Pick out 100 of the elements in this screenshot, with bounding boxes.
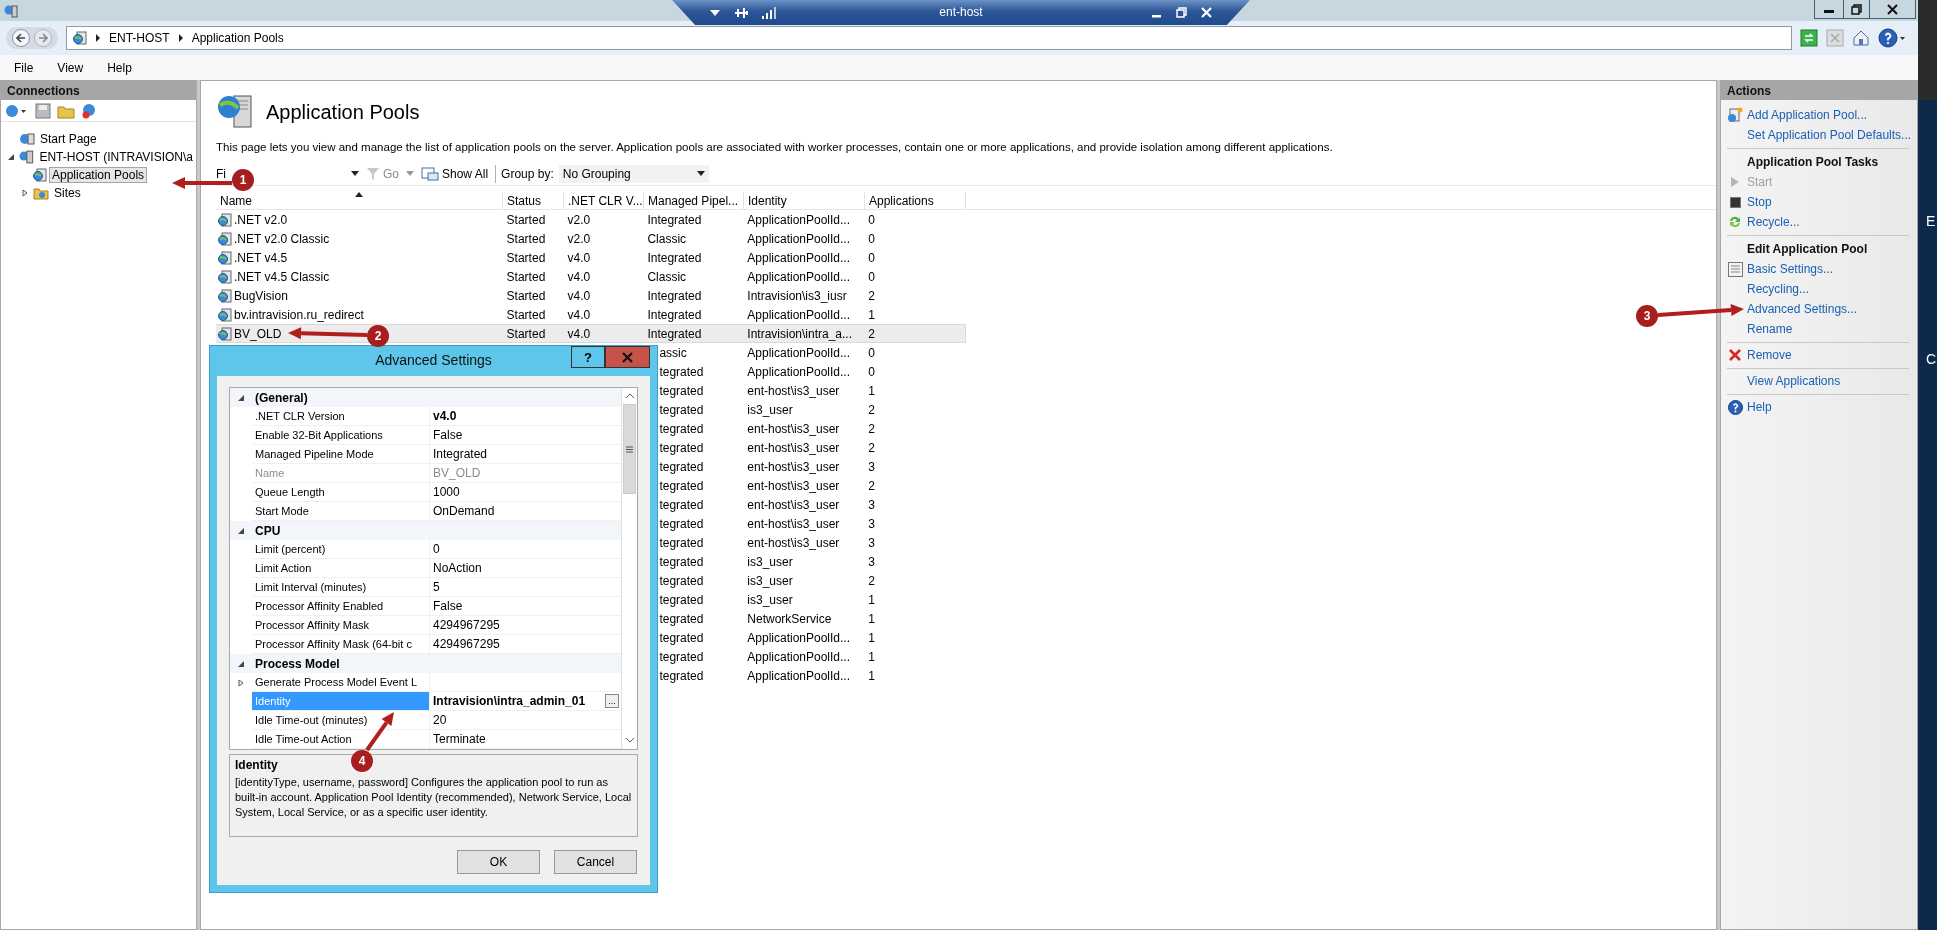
connect-icon[interactable] (5, 102, 29, 119)
table-cell: ent-host\is3_user (747, 383, 840, 398)
table-cell: BugVision (234, 288, 288, 303)
table-row[interactable]: .NET v2.0 Started v2.0 Integrated ApplicationPoolId... 0 (216, 210, 966, 229)
column-header[interactable]: Managed Pipel... (644, 192, 744, 209)
table-cell: Intravision\is3_iusr (747, 288, 847, 303)
property-name[interactable]: Processor Affinity Enabled (252, 597, 430, 616)
action-link[interactable]: View Applications (1727, 371, 1909, 391)
app-pool-icon (218, 231, 232, 246)
table-cell: Started (506, 326, 546, 341)
property-name[interactable]: Idle Time-out (minutes) (252, 711, 430, 730)
property-name[interactable]: .NET CLR Version (252, 407, 430, 426)
table-cell: Integrated (647, 326, 702, 341)
refresh-icon[interactable] (1800, 29, 1818, 47)
menu-item[interactable]: File (0, 60, 44, 75)
property-name[interactable]: Queue Length (252, 483, 430, 502)
table-row[interactable]: .NET v4.5 Classic Started v4.0 Classic ApplicationPoolId... 0 (216, 267, 966, 286)
table-row[interactable]: .NET v2.0 Classic Started v2.0 Classic ApplicationPoolId... 0 (216, 229, 966, 248)
action-link[interactable]: Set Application Pool Defaults... (1727, 125, 1909, 145)
menu-item[interactable]: View (43, 60, 94, 75)
property-name[interactable]: Limit Interval (minutes) (252, 578, 430, 597)
property-name[interactable]: Start Mode (252, 502, 430, 521)
expand-arrow-icon[interactable] (237, 678, 245, 687)
table-cell: Classic (647, 231, 687, 246)
address-bar[interactable]: ENT-HOST Application Pools (66, 26, 1792, 50)
menu-item[interactable]: Help (93, 60, 142, 75)
tree-item[interactable]: ENT-HOST (INTRAVISION\a (36, 149, 196, 165)
action-link[interactable]: Advanced Settings... (1727, 299, 1909, 319)
dialog-button[interactable]: OK (457, 850, 540, 874)
app-pool-icon (218, 212, 232, 227)
property-name[interactable]: Processor Affinity Mask (64-bit c (252, 635, 430, 654)
breadcrumb-item[interactable]: ENT-HOST (109, 31, 170, 45)
table-cell: tegrated (659, 554, 704, 569)
save-icon[interactable] (35, 102, 51, 119)
dropdown-arrow-icon[interactable] (710, 9, 720, 16)
table-cell: 3 (868, 535, 875, 550)
breadcrumb-arrow-icon (177, 34, 184, 42)
property-name[interactable]: Managed Pipeline Mode (252, 445, 430, 464)
action-link[interactable]: Stop (1727, 192, 1909, 212)
home-icon[interactable] (1852, 29, 1870, 47)
action-link[interactable]: Recycle... (1727, 212, 1909, 232)
dialog-button[interactable]: Cancel (554, 850, 637, 874)
property-name[interactable]: Limit (percent) (252, 540, 430, 559)
expand-arrow-icon[interactable] (21, 189, 29, 197)
tree-item[interactable]: Application Pools (49, 167, 148, 183)
table-cell: tegrated (659, 402, 704, 417)
action-link[interactable]: Help (1727, 397, 1909, 417)
property-value: Intravision\intra_admin_01 (433, 694, 586, 708)
app-pool-icon (218, 307, 232, 322)
property-name[interactable]: Enable 32-Bit Applications (252, 426, 430, 445)
table-row[interactable]: BugVision Started v4.0 Integrated Intravision\is3_iusr 2 (216, 286, 966, 305)
table-row[interactable]: .NET v4.5 Started v4.0 Integrated ApplicationPoolId... 0 (216, 248, 966, 267)
column-header[interactable]: Identity (744, 192, 865, 209)
tree-item[interactable]: Start Page (37, 131, 100, 147)
table-cell: tegrated (659, 630, 704, 645)
property-name[interactable]: Processor Affinity Mask (252, 616, 430, 635)
signal-icon (762, 6, 776, 19)
stop-icon (1729, 196, 1741, 208)
table-cell: ApplicationPoolId... (747, 269, 851, 284)
help-dropdown-icon[interactable] (1878, 28, 1906, 48)
browse-button[interactable]: ... (605, 694, 619, 708)
scrollbar[interactable] (621, 388, 637, 749)
help-button[interactable]: ? (571, 346, 605, 368)
collapse-arrow-icon[interactable] (237, 659, 245, 668)
close-icon[interactable] (1201, 7, 1212, 18)
collapse-arrow-icon[interactable] (7, 153, 15, 161)
table-row[interactable]: bv.intravision.ru_redirect Started v4.0 Integrated ApplicationPoolId... 1 (216, 305, 966, 324)
column-header[interactable]: Status (503, 192, 564, 209)
action-link[interactable]: Basic Settings... (1727, 259, 1909, 279)
collapse-arrow-icon[interactable] (237, 393, 245, 402)
tree-item[interactable]: Sites (51, 185, 84, 201)
breadcrumb-item[interactable]: Application Pools (191, 31, 284, 45)
restore-icon[interactable] (1176, 7, 1187, 18)
column-header[interactable]: Applications (865, 192, 966, 209)
table-cell: Started (506, 269, 546, 284)
pane-header: Actions (1721, 81, 1917, 100)
table-cell: 0 (868, 269, 875, 284)
table-cell: assic (659, 345, 687, 360)
app-pool-icon (218, 250, 232, 265)
back-button[interactable] (12, 29, 30, 47)
group-by-dropdown[interactable]: No Grouping (558, 164, 709, 183)
property-name[interactable]: Generate Process Model Event L (252, 673, 430, 692)
action-link[interactable]: Rename (1727, 319, 1909, 339)
recycle-icon (1728, 215, 1742, 229)
scroll-thumb[interactable] (623, 404, 636, 494)
collapse-arrow-icon[interactable] (237, 526, 245, 535)
pin-icon[interactable] (734, 5, 750, 20)
property-name[interactable]: Limit Action (252, 559, 430, 578)
disconnect-icon[interactable] (81, 102, 97, 119)
column-header[interactable]: .NET CLR V... (564, 192, 644, 209)
action-link[interactable]: Remove (1727, 345, 1909, 365)
column-header[interactable]: Name (216, 192, 503, 209)
action-link[interactable]: Recycling... (1727, 279, 1909, 299)
property-name[interactable]: Idle Time-out Action (252, 730, 430, 749)
table-cell: v2.0 (567, 231, 591, 246)
action-link[interactable]: Add Application Pool... (1727, 105, 1909, 125)
funnel-icon (366, 166, 380, 181)
show-all-button[interactable]: Show All (419, 166, 491, 181)
table-cell: Started (506, 231, 546, 246)
app-pool-icon (218, 288, 232, 303)
